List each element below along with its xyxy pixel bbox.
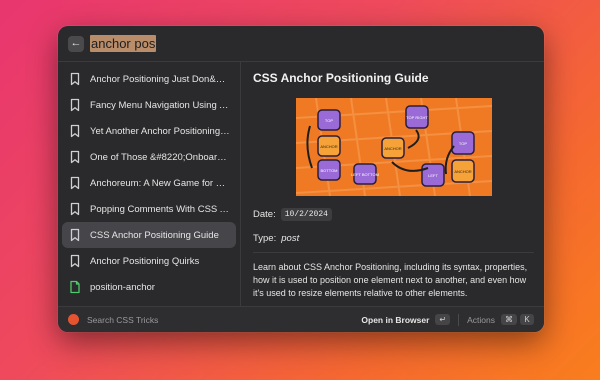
arrow-left-icon: ← xyxy=(70,37,82,49)
hero-label: ANCHOR xyxy=(454,169,471,174)
result-item[interactable]: Yet Another Anchor Positioning… xyxy=(62,118,236,144)
result-item[interactable]: position-anchor xyxy=(62,274,236,300)
back-button[interactable]: ← xyxy=(68,35,84,52)
command-key-icon: ⌘ xyxy=(501,314,517,325)
result-item-label: position-anchor xyxy=(90,281,155,293)
date-row: Date: 10/2/2024 xyxy=(253,208,534,221)
bookmark-icon xyxy=(68,150,82,164)
return-key-icon: ↵ xyxy=(435,314,451,325)
type-label: Type: xyxy=(253,233,277,244)
date-label: Date: xyxy=(253,209,276,220)
action-bar: Search CSS Tricks Open in Browser ↵ Acti… xyxy=(58,306,544,332)
actions-button[interactable]: Actions xyxy=(467,315,495,325)
bookmark-icon xyxy=(68,98,82,112)
hero-label: LEFT BOTTOM xyxy=(351,172,379,177)
hero-label: ANCHOR xyxy=(384,146,401,151)
extension-window: ← anchor pos Anchor Positioning Just Don… xyxy=(58,26,544,332)
detail-title: CSS Anchor Positioning Guide xyxy=(253,71,429,85)
hero-label: TOP RIGHT xyxy=(406,115,428,120)
result-item[interactable]: Anchor Positioning Quirks xyxy=(62,248,236,274)
result-item-label: Yet Another Anchor Positioning… xyxy=(90,125,230,137)
footer-search-label: Search CSS Tricks xyxy=(87,314,159,325)
divider xyxy=(253,252,534,253)
type-row: Type: post xyxy=(253,233,534,244)
bookmark-icon xyxy=(68,124,82,138)
hero-label: LEFT xyxy=(428,173,438,178)
hero-label: TOP xyxy=(324,118,332,123)
result-item[interactable]: Fancy Menu Navigation Using A… xyxy=(62,92,236,118)
date-value: 10/2/2024 xyxy=(280,208,332,221)
hero-label: TOP xyxy=(458,141,466,146)
result-item-label: Popping Comments With CSS A… xyxy=(90,203,230,215)
bookmark-icon xyxy=(68,254,82,268)
k-key-icon: K xyxy=(520,314,534,325)
css-tricks-logo-icon xyxy=(68,314,79,325)
result-item[interactable]: Anchoreum: A New Game for Le… xyxy=(62,170,236,196)
detail-pane: CSS Anchor Positioning Guide TOP ANCHOR … xyxy=(241,62,544,306)
result-item[interactable]: One of Those &#8220;Onboardi… xyxy=(62,144,236,170)
search-field[interactable]: anchor pos xyxy=(90,35,157,52)
hero-label: BOTTOM xyxy=(320,168,337,173)
result-item-label: Anchoreum: A New Game for Le… xyxy=(90,177,230,189)
result-item-label: Anchor Positioning Quirks xyxy=(90,255,200,267)
result-item-label: Anchor Positioning Just Don&#… xyxy=(90,73,230,85)
document-icon xyxy=(68,280,82,294)
open-in-browser-button[interactable]: Open in Browser xyxy=(361,315,429,325)
hero-image: TOP ANCHOR BOTTOM TOP RIGHT ANCHOR LEFT … xyxy=(295,98,492,196)
result-item-label: One of Those &#8220;Onboardi… xyxy=(90,151,230,163)
hero-label: ANCHOR xyxy=(320,144,337,149)
bookmark-icon xyxy=(68,72,82,86)
results-list: Anchor Positioning Just Don&#… Fancy Menu… xyxy=(58,62,241,306)
type-value: post xyxy=(281,233,300,244)
bookmark-icon xyxy=(68,228,82,242)
search-bar: ← anchor pos xyxy=(58,26,544,62)
result-item-label: CSS Anchor Positioning Guide xyxy=(90,229,219,241)
result-item[interactable]: CSS Anchor Positioning Guide xyxy=(62,222,236,248)
result-item-label: Fancy Menu Navigation Using A… xyxy=(90,99,230,111)
search-input[interactable]: anchor pos xyxy=(90,35,157,52)
footer-separator xyxy=(458,313,460,326)
bookmark-icon xyxy=(68,202,82,216)
result-item[interactable]: Anchor Positioning Just Don&#… xyxy=(62,66,236,92)
result-item[interactable]: Popping Comments With CSS A… xyxy=(62,196,236,222)
bookmark-icon xyxy=(68,176,82,190)
detail-description: Learn about CSS Anchor Positioning, incl… xyxy=(253,262,528,298)
